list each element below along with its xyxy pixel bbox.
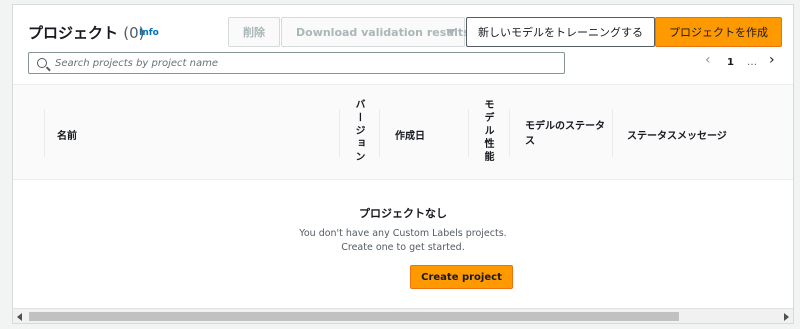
empty-state-description: You don't have any Custom Labels project… bbox=[13, 227, 793, 255]
pagination-next-icon[interactable]: › bbox=[769, 52, 775, 68]
table-header: 名前 バージョン 作成日 モデル性能 モデルのステータス ステータスメッセージ bbox=[13, 84, 793, 180]
page-title: プロジェクト (0) bbox=[28, 22, 145, 43]
pagination-page-1[interactable]: 1 bbox=[727, 57, 734, 68]
column-header-name[interactable]: 名前 bbox=[57, 127, 77, 142]
delete-button[interactable]: 削除 bbox=[228, 17, 280, 47]
scrollbar-thumb[interactable] bbox=[29, 312, 679, 321]
column-divider bbox=[44, 109, 45, 157]
column-divider bbox=[612, 109, 613, 157]
create-project-button[interactable]: Create project bbox=[410, 265, 513, 289]
horizontal-scrollbar[interactable] bbox=[13, 308, 793, 323]
column-header-version[interactable]: バージョン bbox=[351, 99, 366, 179]
title-text: プロジェクト bbox=[28, 24, 119, 42]
train-model-button[interactable]: 新しいモデルをトレーニングする bbox=[466, 17, 655, 47]
pagination-prev-icon[interactable]: ‹ bbox=[705, 52, 711, 68]
column-divider bbox=[468, 109, 469, 157]
column-divider bbox=[339, 109, 340, 157]
pagination-ellipsis: … bbox=[747, 57, 757, 68]
column-header-performance[interactable]: モデル性能 bbox=[480, 99, 495, 179]
search-icon bbox=[37, 58, 47, 68]
column-header-status-message[interactable]: ステータスメッセージ bbox=[627, 127, 727, 142]
projects-panel: プロジェクト (0) Info 削除 Download validation r… bbox=[12, 4, 794, 324]
column-header-status[interactable]: モデルのステータス bbox=[525, 119, 610, 149]
empty-state-line-1: You don't have any Custom Labels project… bbox=[299, 228, 507, 239]
search-field[interactable] bbox=[28, 52, 565, 74]
download-validation-results-button[interactable]: Download validation results bbox=[281, 17, 470, 47]
scroll-left-icon[interactable] bbox=[17, 313, 22, 321]
download-label: Download validation results bbox=[296, 25, 470, 39]
column-divider bbox=[509, 109, 510, 157]
caret-down-icon bbox=[446, 29, 456, 35]
info-link[interactable]: Info bbox=[139, 28, 159, 38]
create-project-header-button[interactable]: プロジェクトを作成 bbox=[655, 17, 782, 47]
column-divider bbox=[379, 109, 380, 157]
empty-state-title: プロジェクトなし bbox=[359, 207, 447, 220]
scroll-right-icon[interactable] bbox=[784, 313, 789, 321]
empty-state-line-2: Create one to get started. bbox=[341, 242, 465, 253]
column-header-created[interactable]: 作成日 bbox=[395, 127, 425, 142]
search-input[interactable] bbox=[55, 57, 535, 69]
